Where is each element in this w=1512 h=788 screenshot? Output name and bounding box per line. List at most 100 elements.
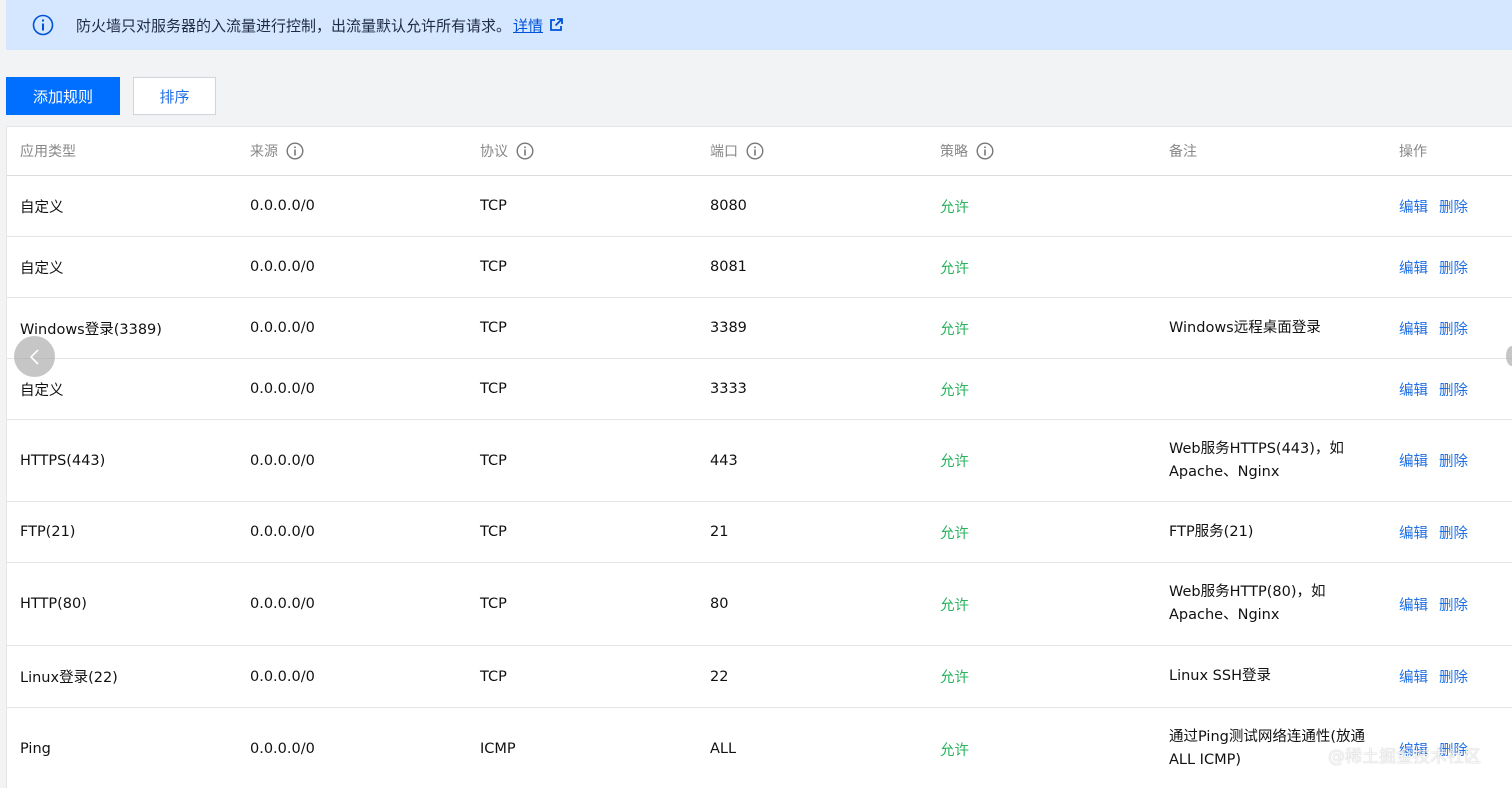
header-label: 策略 (940, 144, 968, 160)
cell-protocol: TCP (480, 320, 507, 336)
cell-actions: 编辑 删除 (1399, 646, 1479, 707)
cell-note: Windows远程桌面登录 (1169, 319, 1321, 336)
cell-type: 自定义 (20, 199, 64, 216)
carousel-next-button[interactable] (1506, 346, 1512, 366)
header-actions: 操作 (1399, 127, 1427, 175)
cell-note (1169, 359, 1384, 419)
cell-port: 22 (710, 668, 729, 685)
cell-policy: 允许 (940, 199, 969, 216)
cell-port: 3389 (710, 320, 747, 336)
cell-note: Web服务HTTP(80)，如Apache、Nginx (1169, 584, 1326, 623)
delete-link[interactable]: 删除 (1439, 666, 1468, 687)
info-icon[interactable] (516, 142, 534, 160)
cell-source: 0.0.0.0/0 (250, 596, 315, 612)
delete-link[interactable]: 删除 (1439, 594, 1468, 615)
carousel-prev-button[interactable] (14, 336, 55, 377)
cell-protocol: TCP (480, 596, 507, 612)
header-protocol: 协议 (480, 127, 534, 175)
cell-source: 0.0.0.0/0 (250, 741, 315, 757)
cell-source: 0.0.0.0/0 (250, 524, 315, 540)
cell-policy: 允许 (940, 597, 969, 614)
cell-note: Web服务HTTPS(443)，如Apache、Nginx (1169, 440, 1344, 480)
delete-link[interactable]: 删除 (1439, 196, 1468, 217)
table-row: HTTPS(443) 0.0.0.0/0 TCP 443 允许 Web服务HTT… (7, 420, 1512, 502)
external-link-icon[interactable] (549, 18, 563, 32)
delete-link[interactable]: 删除 (1439, 450, 1468, 471)
cell-port: 8081 (710, 259, 747, 275)
cell-port: 8080 (710, 198, 747, 214)
delete-link[interactable]: 删除 (1439, 318, 1468, 339)
header-note: 备注 (1169, 127, 1197, 175)
table-row: 自定义 0.0.0.0/0 TCP 3333 允许 编辑 删除 (7, 359, 1512, 420)
cell-source: 0.0.0.0/0 (250, 381, 315, 397)
header-label: 来源 (250, 144, 278, 160)
table-row: 自定义 0.0.0.0/0 TCP 8081 允许 编辑 删除 (7, 237, 1512, 298)
header-label: 备注 (1169, 144, 1197, 160)
cell-port: 443 (710, 452, 738, 469)
header-label: 端口 (710, 144, 738, 160)
edit-link[interactable]: 编辑 (1399, 196, 1428, 217)
edit-link[interactable]: 编辑 (1399, 318, 1428, 339)
edit-link[interactable]: 编辑 (1399, 379, 1428, 400)
add-rule-button[interactable]: 添加规则 (6, 77, 120, 115)
cell-actions: 编辑 删除 (1399, 502, 1479, 562)
info-icon[interactable] (286, 142, 304, 160)
edit-link[interactable]: 编辑 (1399, 666, 1428, 687)
edit-link[interactable]: 编辑 (1399, 522, 1428, 543)
edit-link[interactable]: 编辑 (1399, 450, 1428, 471)
table-row: Windows登录(3389) 0.0.0.0/0 TCP 3389 允许 Wi… (7, 298, 1512, 359)
header-source: 来源 (250, 127, 304, 175)
cell-actions: 编辑 删除 (1399, 176, 1479, 236)
delete-link[interactable]: 删除 (1439, 379, 1468, 400)
chevron-left-icon (29, 348, 39, 365)
notice-banner: 防火墙只对服务器的入流量进行控制，出流量默认允许所有请求。 详情 (6, 0, 1512, 50)
edit-link[interactable]: 编辑 (1399, 594, 1428, 615)
cell-note: Linux SSH登录 (1169, 668, 1271, 684)
cell-port: 3333 (710, 381, 747, 397)
cell-type: Ping (20, 741, 51, 757)
cell-source: 0.0.0.0/0 (250, 198, 315, 214)
cell-port: ALL (710, 741, 737, 757)
header-app-type: 应用类型 (20, 127, 76, 175)
delete-link[interactable]: 删除 (1439, 522, 1468, 543)
edit-link[interactable]: 编辑 (1399, 257, 1428, 278)
delete-link[interactable]: 删除 (1439, 257, 1468, 278)
watermark: @稀土掘金技术社区 (1328, 747, 1481, 767)
header-label: 操作 (1399, 144, 1427, 160)
table-header: 应用类型 来源 协议 端口 策略 备注 操作 (7, 127, 1512, 176)
cell-policy: 允许 (940, 260, 969, 277)
cell-type: HTTPS(443) (20, 452, 106, 469)
table-row: Ping 0.0.0.0/0 ICMP ALL 允许 通过Ping测试网络连通性… (7, 708, 1512, 788)
header-port: 端口 (710, 127, 764, 175)
info-icon[interactable] (976, 142, 994, 160)
details-link[interactable]: 详情 (513, 15, 543, 36)
sort-button[interactable]: 排序 (133, 77, 216, 115)
cell-protocol: TCP (480, 259, 507, 275)
cell-policy: 允许 (940, 742, 969, 759)
cell-protocol: TCP (480, 524, 507, 540)
cell-policy: 允许 (940, 454, 969, 470)
header-label: 应用类型 (20, 144, 76, 160)
cell-type: HTTP(80) (20, 596, 87, 612)
cell-note (1169, 176, 1384, 236)
cell-actions: 编辑 删除 (1399, 359, 1479, 419)
cell-type: 自定义 (20, 260, 64, 277)
table-row: Linux登录(22) 0.0.0.0/0 TCP 22 允许 Linux SS… (7, 646, 1512, 708)
table-row: 自定义 0.0.0.0/0 TCP 8080 允许 编辑 删除 (7, 176, 1512, 237)
cell-actions: 编辑 删除 (1399, 420, 1479, 501)
notice-text: 防火墙只对服务器的入流量进行控制，出流量默认允许所有请求。 (76, 16, 512, 35)
cell-actions: 编辑 删除 (1399, 237, 1479, 297)
cell-note (1169, 237, 1384, 297)
table-row: HTTP(80) 0.0.0.0/0 TCP 80 允许 Web服务HTTP(8… (7, 563, 1512, 646)
cell-protocol: TCP (480, 668, 507, 685)
cell-actions: 编辑 删除 (1399, 563, 1479, 645)
cell-protocol: ICMP (480, 741, 516, 757)
cell-policy: 允许 (940, 525, 969, 542)
cell-protocol: TCP (480, 198, 507, 214)
cell-source: 0.0.0.0/0 (250, 259, 315, 275)
info-icon (32, 14, 54, 36)
info-icon[interactable] (746, 142, 764, 160)
cell-policy: 允许 (940, 321, 969, 338)
cell-type: FTP(21) (20, 524, 76, 540)
cell-source: 0.0.0.0/0 (250, 668, 315, 685)
